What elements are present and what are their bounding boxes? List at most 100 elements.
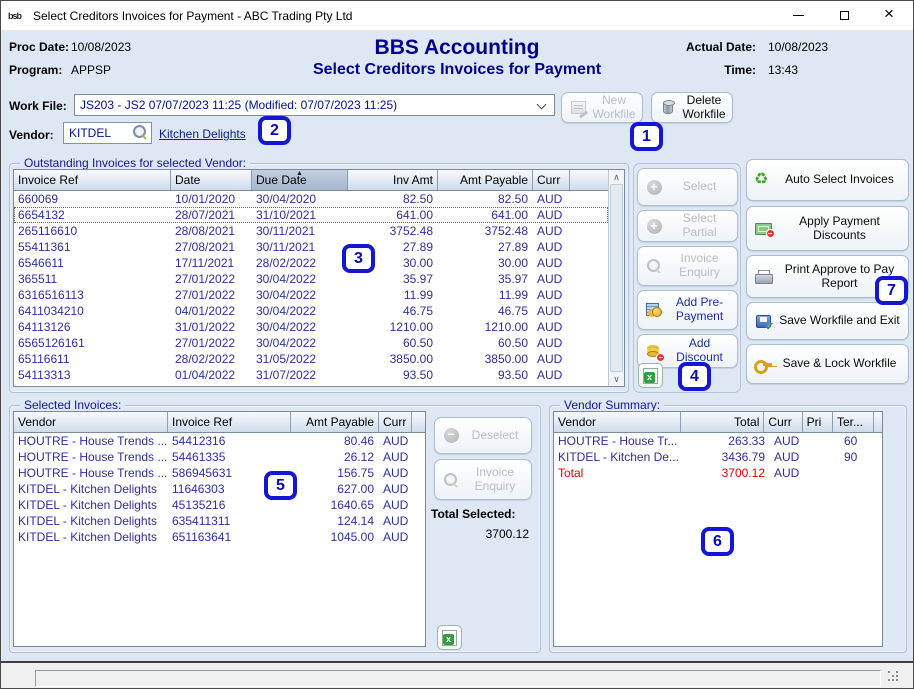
auto-select-invoices-button[interactable]: Auto Select Invoices [746, 159, 909, 201]
col-due-date[interactable]: Due Date [252, 170, 348, 190]
cell-curr: AUD [533, 351, 570, 367]
col-vendor[interactable]: Vendor [14, 412, 168, 432]
table-row[interactable]: 6316516113 27/01/2022 30/04/2022 11.99 1… [14, 287, 608, 303]
delete-workfile-button[interactable]: Delete Workfile [651, 92, 733, 123]
cell-curr: AUD [770, 433, 809, 449]
table-row[interactable]: 6411034210 04/01/2022 30/04/2022 46.75 4… [14, 303, 608, 319]
cell-date: 10/01/2020 [171, 191, 252, 207]
new-workfile-button[interactable]: New Workfile [561, 92, 643, 123]
table-row[interactable]: 265116610 28/08/2021 30/11/2021 3752.48 … [14, 223, 608, 239]
cell-invoice-ref: 365511 [14, 271, 171, 287]
total-selected-label: Total Selected: [431, 507, 534, 521]
outstanding-rows: 660069 10/01/2020 30/04/2020 82.50 82.50… [14, 191, 608, 386]
cell-amt-payable: 35.97 [438, 271, 533, 287]
table-row[interactable]: 365511 27/01/2022 30/04/2022 35.97 35.97… [14, 271, 608, 287]
save-lock-workfile-button[interactable]: Save & Lock Workfile [746, 344, 909, 384]
cell-vendor: HOUTRE - House Trends ... [14, 433, 168, 449]
cell-amt-payable: 3752.48 [438, 223, 533, 239]
cell-due-date: 30/11/2021 [252, 239, 348, 255]
table-row[interactable]: 660069 10/01/2020 30/04/2020 82.50 82.50… [14, 191, 608, 207]
table-row[interactable]: HOUTRE - House Tr... 263.33 AUD 60 [554, 433, 882, 449]
cell-due-date: 31/07/2022 [252, 367, 348, 383]
select-partial-label: Select Partial [666, 212, 733, 240]
select-partial-button[interactable]: Select Partial [637, 210, 738, 242]
table-row[interactable]: 6654132 28/07/2021 31/10/2021 641.00 641… [14, 207, 608, 223]
annotation-callout-3: 3 [342, 244, 375, 273]
printer-icon [755, 270, 771, 284]
close-icon [884, 10, 896, 22]
selected-group-title: Selected Invoices: [20, 398, 125, 412]
col-invoice-ref[interactable]: Invoice Ref [168, 412, 291, 432]
col-total[interactable]: Total [681, 412, 765, 432]
cell-vendor: HOUTRE - House Trends ... [14, 449, 168, 465]
table-row[interactable]: 6565126161 27/01/2022 30/04/2022 60.50 6… [14, 335, 608, 351]
table-row[interactable]: 64113126 31/01/2022 30/04/2022 1210.00 1… [14, 319, 608, 335]
scroll-up-icon[interactable] [609, 170, 624, 184]
deselect-button[interactable]: Deselect [434, 417, 532, 454]
selected-invoice-enquiry-button[interactable]: Invoice Enquiry [434, 459, 532, 500]
cell-amt-payable: 30.00 [438, 255, 533, 271]
annotation-callout-5: 5 [264, 471, 297, 500]
excel-icon [442, 630, 457, 646]
add-prepayment-button[interactable]: Add Pre-Payment [637, 290, 738, 330]
col-curr[interactable]: Curr [379, 412, 412, 432]
cell-due-date: 30/04/2022 [252, 287, 348, 303]
select-button[interactable]: Select [637, 168, 738, 206]
table-row[interactable]: 54113313 01/04/2022 31/07/2022 93.50 93.… [14, 367, 608, 383]
col-amt-payable[interactable]: Amt Payable [291, 412, 379, 432]
scrollbar-thumb[interactable] [610, 184, 623, 372]
cell-curr: AUD [770, 449, 809, 465]
col-terms[interactable]: Ter... [833, 412, 874, 432]
magnifier-icon [444, 473, 458, 487]
export-selected-excel-button[interactable] [437, 625, 462, 650]
table-row[interactable]: KITDEL - Kitchen Delights 11646303 627.0… [14, 481, 425, 497]
table-row[interactable]: HOUTRE - House Trends ... 54412316 80.46… [14, 433, 425, 449]
cell-invoice-ref: 54113313 [14, 367, 171, 383]
col-inv-amt[interactable]: Inv Amt [348, 170, 438, 190]
cell-invoice-ref: 265116610 [14, 223, 171, 239]
workfile-combo[interactable]: JS203 - JS2 07/07/2023 11:25 (Modified: … [74, 94, 555, 116]
apply-payment-discounts-button[interactable]: Apply Payment Discounts [746, 206, 909, 251]
vendor-name-link[interactable]: Kitchen Delights [159, 127, 246, 141]
table-row[interactable]: Total 3700.12 AUD [554, 465, 882, 481]
export-outstanding-excel-button[interactable] [638, 363, 663, 388]
minimize-button[interactable] [775, 1, 821, 30]
annotation-callout-2: 2 [258, 116, 291, 145]
col-date[interactable]: Date [171, 170, 252, 190]
close-button[interactable] [867, 1, 913, 30]
cell-terms [840, 465, 882, 481]
table-row[interactable]: KITDEL - Kitchen De... 3436.79 AUD 90 [554, 449, 882, 465]
table-row[interactable]: 55411361 27/08/2021 30/11/2021 27.89 27.… [14, 239, 608, 255]
vendor-search-icon[interactable] [133, 125, 147, 139]
cell-curr: AUD [379, 481, 412, 497]
col-curr[interactable]: Curr [764, 412, 802, 432]
table-row[interactable]: KITDEL - Kitchen Delights 635411311 124.… [14, 513, 425, 529]
recycle-icon [754, 171, 772, 189]
resize-grip[interactable] [888, 671, 899, 682]
cell-due-date: 31/10/2021 [252, 207, 348, 223]
cell-date: 17/11/2021 [171, 255, 252, 271]
cell-invoice-ref: 6316516113 [14, 287, 171, 303]
col-curr[interactable]: Curr [533, 170, 570, 190]
col-vendor[interactable]: Vendor [554, 412, 681, 432]
scroll-down-icon[interactable] [609, 372, 624, 386]
save-exit-label: Save Workfile and Exit [775, 314, 904, 328]
save-workfile-exit-button[interactable]: Save Workfile and Exit [746, 302, 909, 340]
col-pri[interactable]: Pri [803, 412, 833, 432]
table-row[interactable]: 65116611 28/02/2022 31/05/2022 3850.00 3… [14, 351, 608, 367]
vertical-scrollbar[interactable] [608, 170, 624, 386]
save-disk-icon [756, 315, 771, 328]
col-amt-payable[interactable]: Amt Payable [438, 170, 533, 190]
table-row[interactable]: 6546611 17/11/2021 28/02/2022 30.00 30.0… [14, 255, 608, 271]
invoice-enquiry-button[interactable]: Invoice Enquiry [637, 246, 738, 286]
cell-vendor: KITDEL - Kitchen Delights [14, 513, 168, 529]
cell-amt-payable: 27.89 [438, 239, 533, 255]
table-row[interactable]: HOUTRE - House Trends ... 54461335 26.12… [14, 449, 425, 465]
cell-invoice-ref: 55411361 [14, 239, 171, 255]
maximize-button[interactable] [821, 1, 867, 30]
table-row[interactable]: HOUTRE - House Trends ... 586945631 156.… [14, 465, 425, 481]
table-row[interactable]: KITDEL - Kitchen Delights 651163641 1045… [14, 529, 425, 545]
col-invoice-ref[interactable]: Invoice Ref [14, 170, 171, 190]
cell-invoice-ref: 6654132 [14, 207, 171, 223]
table-row[interactable]: KITDEL - Kitchen Delights 45135216 1640.… [14, 497, 425, 513]
